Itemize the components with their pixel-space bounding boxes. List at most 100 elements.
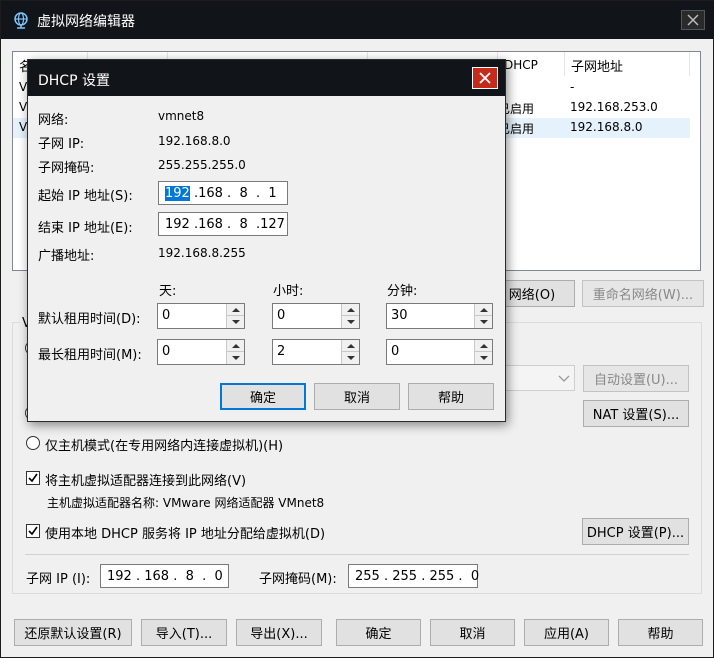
ip-octet[interactable]: 168	[144, 569, 169, 584]
connect-adapter-label[interactable]: 将主机虚拟适配器连接到此网络(V)	[45, 470, 246, 489]
arrow-up-icon	[231, 307, 240, 312]
export-button[interactable]: 导出(X)...	[236, 619, 322, 646]
spinner-up-button[interactable]	[227, 304, 244, 316]
title-bar[interactable]: 虚拟网络编辑器	[1, 1, 714, 39]
close-icon	[479, 72, 491, 84]
ip-octet[interactable]: 8	[239, 186, 247, 201]
spinner-down-button[interactable]	[342, 352, 359, 364]
arrow-down-icon	[231, 356, 240, 360]
ip-dot: .	[247, 216, 261, 232]
spinner-arrows	[474, 340, 492, 364]
default-lease-days-spinner[interactable]: 0	[157, 303, 245, 329]
row-name: V	[19, 120, 28, 134]
spinner-arrows	[226, 304, 244, 328]
row-subnet: -	[570, 80, 575, 94]
network-value: vmnet8	[158, 109, 205, 123]
spinner-value[interactable]: 0	[277, 308, 285, 323]
ip-octet[interactable]: 192	[107, 569, 132, 584]
use-dhcp-checkbox[interactable]	[26, 524, 40, 538]
dialog-ok-button[interactable]: 确定	[220, 383, 306, 410]
cancel-button[interactable]: 取消	[430, 619, 515, 646]
end-ip-field[interactable]: 192 . 168 . 8 . 127	[158, 212, 288, 236]
broadcast-label: 广播地址:	[38, 249, 95, 264]
dialog-cancel-button[interactable]: 取消	[314, 383, 400, 410]
checkmark-icon	[28, 526, 38, 536]
default-lease-label: 默认租用时间(D):	[38, 312, 141, 327]
spinner-down-button[interactable]	[342, 316, 359, 328]
subnet-ip-field[interactable]: 192 . 168 . 8 . 0	[100, 564, 229, 588]
row-subnet: 192.168.253.0	[570, 100, 658, 114]
spinner-up-button[interactable]	[475, 340, 492, 352]
spinner-value[interactable]: 0	[162, 344, 170, 359]
spinner-down-button[interactable]	[475, 316, 492, 328]
ip-octet[interactable]: 0	[215, 569, 223, 584]
help-button[interactable]: 帮助	[618, 619, 703, 646]
arrow-down-icon	[231, 320, 240, 324]
row-name: V	[19, 80, 28, 94]
ip-octet[interactable]: 1	[268, 186, 276, 201]
apply-button[interactable]: 应用(A)	[524, 619, 609, 646]
ip-octet[interactable]: 168	[198, 186, 223, 201]
row-subnet: 192.168.8.0	[570, 120, 643, 134]
spinner-down-button[interactable]	[227, 316, 244, 328]
spinner-down-button[interactable]	[227, 352, 244, 364]
ok-button[interactable]: 确定	[336, 619, 421, 646]
ip-octet[interactable]: 192	[165, 185, 190, 201]
use-dhcp-label[interactable]: 使用本地 DHCP 服务将 IP 地址分配给虚拟机(D)	[45, 523, 325, 542]
column-header-dhcp[interactable]: DHCP	[498, 52, 565, 76]
dialog-title-bar[interactable]: DHCP 设置	[28, 60, 505, 96]
spinner-value[interactable]: 0	[162, 308, 170, 323]
bridge-select[interactable]	[501, 365, 575, 391]
spinner-value[interactable]: 2	[277, 344, 285, 359]
import-button[interactable]: 导入(T)...	[141, 619, 227, 646]
ip-dot: .	[454, 568, 471, 584]
connect-adapter-checkbox[interactable]	[26, 471, 40, 485]
auto-settings-button[interactable]: 自动设置(U)...	[583, 365, 689, 392]
dialog-close-button[interactable]	[472, 67, 498, 89]
host-only-label[interactable]: 仅主机模式(在专用网络内连接虚拟机)(H)	[45, 435, 283, 454]
default-lease-minutes-spinner[interactable]: 30	[386, 303, 493, 329]
network-globe-icon	[14, 12, 28, 29]
max-lease-minutes-spinner[interactable]: 0	[386, 339, 493, 365]
ip-octet[interactable]: 0	[471, 569, 479, 584]
dhcp-settings-dialog: DHCP 设置 网络: vmnet8 子网 IP: 192.168.8.0 子网…	[27, 59, 506, 422]
ip-octet[interactable]: 8	[186, 569, 194, 584]
dialog-help-button[interactable]: 帮助	[408, 383, 494, 410]
spinner-up-button[interactable]	[342, 340, 359, 352]
chevron-down-icon	[558, 375, 570, 382]
subnet-mask-field[interactable]: 255 . 255 . 255 . 0	[348, 564, 479, 588]
spinner-up-button[interactable]	[475, 304, 492, 316]
row-name: V	[19, 100, 28, 114]
dhcp-settings-button[interactable]: DHCP 设置(P)...	[582, 518, 689, 545]
host-only-radio[interactable]	[26, 436, 40, 450]
start-ip-field[interactable]: 192 . 168 . 8 . 1	[158, 181, 288, 205]
ip-octet[interactable]: 255	[392, 569, 417, 584]
subnet-mask-value: 255.255.255.0	[158, 158, 246, 172]
restore-defaults-button[interactable]: 还原默认设置(R)	[14, 619, 132, 646]
spinner-up-button[interactable]	[342, 304, 359, 316]
ip-dot: .	[222, 185, 240, 201]
ip-dot: .	[247, 185, 269, 201]
column-header-subnet[interactable]: 子网地址	[565, 52, 690, 76]
ip-octet[interactable]: 8	[239, 217, 247, 232]
ip-octet[interactable]: 192	[165, 217, 190, 232]
max-lease-hours-spinner[interactable]: 2	[272, 339, 360, 365]
subnet-mask-label: 子网掩码:	[38, 161, 95, 176]
ip-octet[interactable]: 255	[429, 569, 454, 584]
spinner-up-button[interactable]	[227, 340, 244, 352]
spinner-value[interactable]: 30	[391, 308, 408, 323]
max-lease-days-spinner[interactable]: 0	[157, 339, 245, 365]
ip-octet[interactable]: 127	[260, 217, 285, 232]
arrow-up-icon	[231, 343, 240, 348]
ip-dot: .	[193, 568, 215, 584]
window-close-button[interactable]	[681, 10, 705, 30]
spinner-down-button[interactable]	[475, 352, 492, 364]
spinner-value[interactable]: 0	[391, 344, 399, 359]
default-lease-hours-spinner[interactable]: 0	[272, 303, 360, 329]
ip-octet[interactable]: 168	[198, 217, 223, 232]
rename-network-button[interactable]: 重命名网络(W)...	[582, 280, 704, 307]
ip-octet[interactable]: 255	[355, 569, 380, 584]
arrow-up-icon	[479, 343, 488, 348]
arrow-down-icon	[479, 356, 488, 360]
nat-settings-button[interactable]: NAT 设置(S)...	[583, 400, 689, 427]
